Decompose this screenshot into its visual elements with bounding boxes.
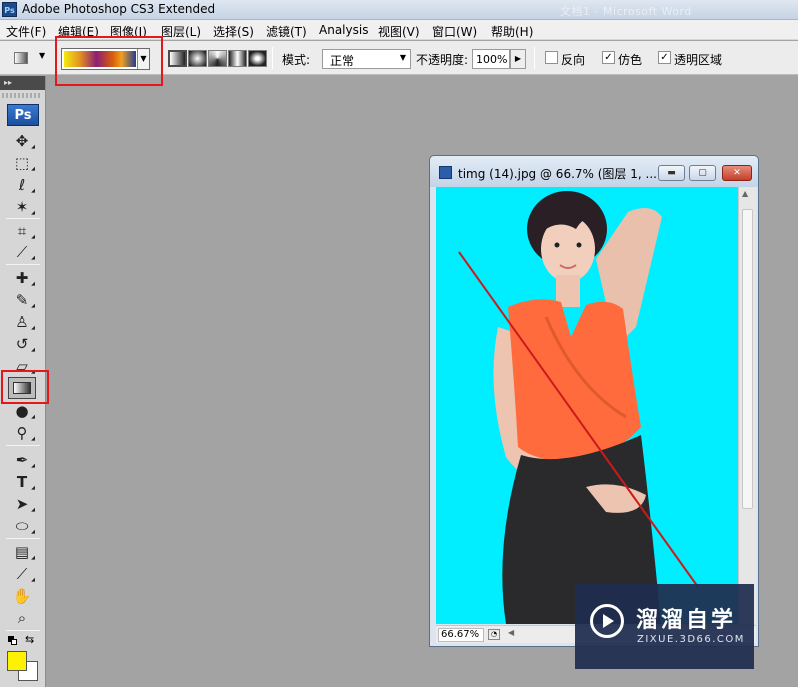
- eyedropper-tool-icon[interactable]: ⟋ ◢: [9, 564, 35, 584]
- menu-view[interactable]: 视图(V): [378, 23, 420, 40]
- divider: [6, 630, 40, 631]
- divider: [6, 538, 40, 539]
- history-brush-tool-icon[interactable]: ↺ ◢: [9, 334, 35, 354]
- default-colors-icon[interactable]: [8, 636, 18, 646]
- menu-help[interactable]: 帮助(H): [491, 23, 533, 40]
- notes-tool-icon[interactable]: ▤ ◢: [9, 542, 35, 562]
- blend-mode-value: 正常: [330, 54, 355, 68]
- menu-window[interactable]: 窗口(W): [432, 23, 477, 40]
- type-tool-icon[interactable]: T ◢: [9, 472, 35, 492]
- chevron-down-icon: ▼: [39, 51, 46, 60]
- play-logo-icon: [590, 604, 624, 638]
- reverse-checkbox[interactable]: [545, 51, 558, 64]
- zoom-tool-icon[interactable]: ⌕: [9, 608, 35, 628]
- scroll-up-arrow-icon[interactable]: ▲: [742, 189, 748, 198]
- magic-wand-tool-icon[interactable]: ✶ ◢: [9, 197, 35, 217]
- swap-colors-icon[interactable]: ⇆: [25, 633, 34, 646]
- reflected-gradient-button[interactable]: [228, 50, 247, 67]
- slice-tool-icon[interactable]: ⟋ ◢: [9, 242, 35, 262]
- zoom-level-input[interactable]: 66.67%: [438, 628, 484, 642]
- document-title-bar[interactable]: timg (14).jpg @ 66.7% (图层 1, ... ▬ ▢ ✕: [430, 156, 758, 187]
- background-window-title: 文档1 - Microsoft Word: [560, 5, 692, 18]
- diamond-gradient-button[interactable]: [248, 50, 267, 67]
- shape-tool-icon[interactable]: ⬭ ◢: [9, 516, 35, 536]
- minimize-button[interactable]: ▬: [658, 165, 685, 181]
- clone-stamp-tool-icon[interactable]: ♙ ◢: [9, 312, 35, 332]
- photoshop-app-icon: Ps: [2, 2, 17, 17]
- dither-checkbox[interactable]: ✓: [602, 51, 615, 64]
- watermark-brand: 溜溜自学: [636, 608, 737, 633]
- divider: [534, 47, 535, 69]
- divider: [272, 47, 273, 69]
- scrollbar-thumb[interactable]: [742, 209, 753, 509]
- divider: [6, 218, 40, 219]
- foreground-color-swatch[interactable]: [7, 651, 27, 671]
- vertical-scrollbar[interactable]: ▲: [738, 187, 756, 624]
- gradient-tool-highlight: [1, 370, 49, 404]
- opacity-label: 不透明度:: [416, 53, 469, 67]
- document-icon: [439, 166, 452, 179]
- app-title: Adobe Photoshop CS3 Extended: [22, 2, 216, 16]
- path-selection-tool-icon[interactable]: ➤ ◢: [9, 494, 35, 514]
- healing-brush-tool-icon[interactable]: ✚ ◢: [9, 268, 35, 288]
- dodge-tool-icon[interactable]: ⚲ ◢: [9, 423, 36, 443]
- hand-tool-icon[interactable]: ✋: [9, 586, 35, 606]
- transparency-checkbox[interactable]: ✓: [658, 51, 671, 64]
- blur-tool-icon[interactable]: ● ◢: [9, 401, 35, 421]
- radial-gradient-button[interactable]: [188, 50, 207, 67]
- photoshop-logo[interactable]: Ps: [7, 104, 39, 126]
- document-canvas[interactable]: [436, 187, 738, 624]
- app-title-bar: Ps Adobe Photoshop CS3 Extended 文档1 - Mi…: [0, 0, 798, 20]
- brush-tool-icon[interactable]: ✎ ◢: [9, 290, 35, 310]
- opacity-input[interactable]: 100%: [472, 49, 510, 69]
- menu-layer[interactable]: 图层(L): [161, 23, 201, 40]
- marquee-tool-icon[interactable]: ⬚ ◢: [9, 153, 35, 173]
- toolbox-collapse-header[interactable]: ▸▸: [0, 76, 45, 90]
- scroll-left-arrow-icon[interactable]: ◀: [508, 628, 514, 637]
- linear-gradient-button[interactable]: [168, 50, 187, 67]
- divider: [6, 264, 40, 265]
- tool-preset-picker[interactable]: ▼: [6, 47, 52, 69]
- chevron-down-icon: ▼: [399, 53, 406, 62]
- site-watermark: 溜溜自学 ZIXUE.3D66.COM: [575, 584, 754, 669]
- menu-filter[interactable]: 滤镜(T): [266, 23, 307, 40]
- pen-tool-icon[interactable]: ✒ ◢: [9, 450, 35, 470]
- maximize-button[interactable]: ▢: [689, 165, 716, 181]
- crop-tool-icon[interactable]: ⌗ ◢: [9, 221, 35, 241]
- dither-label: 仿色: [618, 53, 643, 67]
- document-title: timg (14).jpg @ 66.7% (图层 1, ...: [458, 167, 657, 181]
- gradient-tool-preset-icon: [14, 52, 28, 64]
- document-window[interactable]: timg (14).jpg @ 66.7% (图层 1, ... ▬ ▢ ✕ ▲…: [429, 155, 759, 647]
- lasso-tool-icon[interactable]: ℓ ◢: [9, 175, 35, 195]
- menu-file[interactable]: 文件(F): [6, 23, 46, 40]
- blend-mode-select[interactable]: 正常 ▼: [322, 49, 411, 69]
- photo-woman-orange-top: [458, 191, 699, 624]
- divider: [6, 445, 40, 446]
- transparency-label: 透明区域: [674, 53, 723, 67]
- toolbox-drag-handle[interactable]: [2, 93, 42, 98]
- menu-select[interactable]: 选择(S): [213, 23, 254, 40]
- move-tool-icon[interactable]: ✥ ◢: [9, 131, 35, 151]
- reverse-label: 反向: [561, 53, 586, 67]
- watermark-url: ZIXUE.3D66.COM: [637, 634, 745, 645]
- gradient-picker-highlight: [55, 36, 163, 86]
- menu-analysis[interactable]: Analysis: [319, 23, 368, 37]
- close-button[interactable]: ✕: [722, 165, 752, 181]
- mode-label: 模式:: [282, 53, 311, 67]
- angle-gradient-button[interactable]: [208, 50, 227, 67]
- opacity-slider-button[interactable]: ▶: [510, 49, 526, 69]
- status-info-icon[interactable]: ◔: [488, 629, 500, 640]
